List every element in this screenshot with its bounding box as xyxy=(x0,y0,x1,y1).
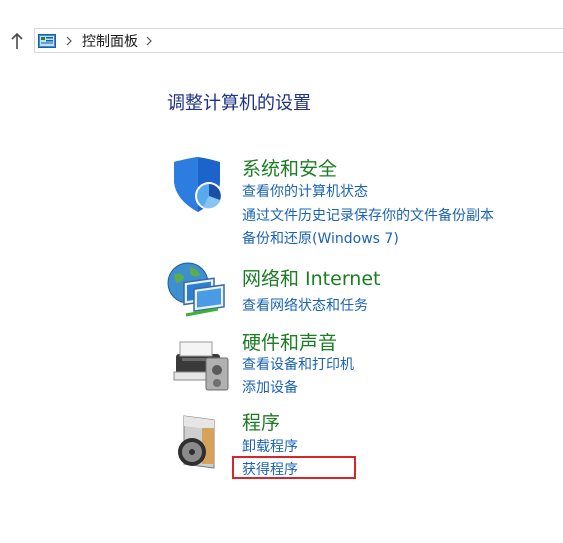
link-uninstall-program[interactable]: 卸载程序 xyxy=(242,436,298,456)
chevron-right-icon[interactable] xyxy=(66,36,74,46)
control-panel-icon xyxy=(38,33,56,48)
category-title-network-internet[interactable]: 网络和 Internet xyxy=(242,264,380,291)
category-title-system-security[interactable]: 系统和安全 xyxy=(242,154,337,181)
security-shield-icon[interactable] xyxy=(170,156,226,214)
link-devices-printers[interactable]: 查看设备和打印机 xyxy=(242,354,354,374)
link-backup-restore[interactable]: 备份和还原(Windows 7) xyxy=(242,228,399,248)
up-arrow-icon[interactable] xyxy=(8,30,26,52)
highlight-box xyxy=(232,456,356,479)
control-panel-window: 控制面板 调整计算机的设置 系统和安全 查看你的计算机状态 通过文件历史记录保存… xyxy=(0,0,563,543)
programs-disc-icon[interactable] xyxy=(174,412,224,470)
link-add-device[interactable]: 添加设备 xyxy=(242,377,298,397)
network-globe-icon[interactable] xyxy=(166,261,228,321)
category-title-programs[interactable]: 程序 xyxy=(242,408,280,435)
link-network-status-tasks[interactable]: 查看网络状态和任务 xyxy=(242,295,368,315)
printer-icon[interactable] xyxy=(168,334,230,392)
link-view-computer-status[interactable]: 查看你的计算机状态 xyxy=(242,181,368,201)
category-title-hardware-sound[interactable]: 硬件和声音 xyxy=(242,328,337,355)
page-title: 调整计算机的设置 xyxy=(167,93,311,114)
address-bar[interactable]: 控制面板 xyxy=(34,28,563,53)
chevron-right-icon[interactable] xyxy=(146,36,154,46)
breadcrumb-control-panel[interactable]: 控制面板 xyxy=(82,31,138,51)
link-file-history-backup[interactable]: 通过文件历史记录保存你的文件备份副本 xyxy=(242,205,494,225)
